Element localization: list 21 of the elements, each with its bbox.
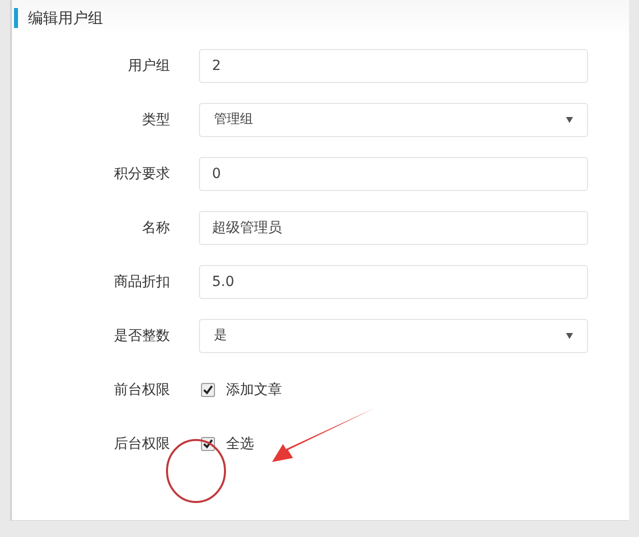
field-label: 是否整数 — [113, 326, 170, 346]
checkbox-label: 添加文章 — [226, 380, 282, 400]
input-field[interactable]: 5.0 — [199, 265, 588, 299]
checkbox[interactable] — [201, 383, 215, 397]
field-label: 前台权限 — [113, 380, 170, 400]
field-label: 商品折扣 — [113, 272, 170, 292]
field-label: 类型 — [141, 110, 170, 130]
caret-icon — [566, 117, 573, 123]
input-field[interactable]: 超级管理员 — [199, 211, 588, 245]
field-label: 名称 — [141, 218, 170, 238]
field-label: 后台权限 — [113, 434, 170, 454]
select-field[interactable]: 管理组 — [199, 103, 588, 137]
field-label: 用户组 — [127, 56, 170, 76]
panel-title: 编辑用户组 — [28, 8, 103, 29]
checkbox-label: 全选 — [226, 434, 254, 454]
input-field[interactable]: 2 — [199, 49, 588, 83]
caret-icon — [566, 333, 573, 339]
field-label: 积分要求 — [113, 164, 170, 184]
title-accent-bar — [14, 8, 18, 28]
input-field[interactable]: 0 — [199, 157, 588, 191]
select-field[interactable]: 是 — [199, 319, 588, 353]
